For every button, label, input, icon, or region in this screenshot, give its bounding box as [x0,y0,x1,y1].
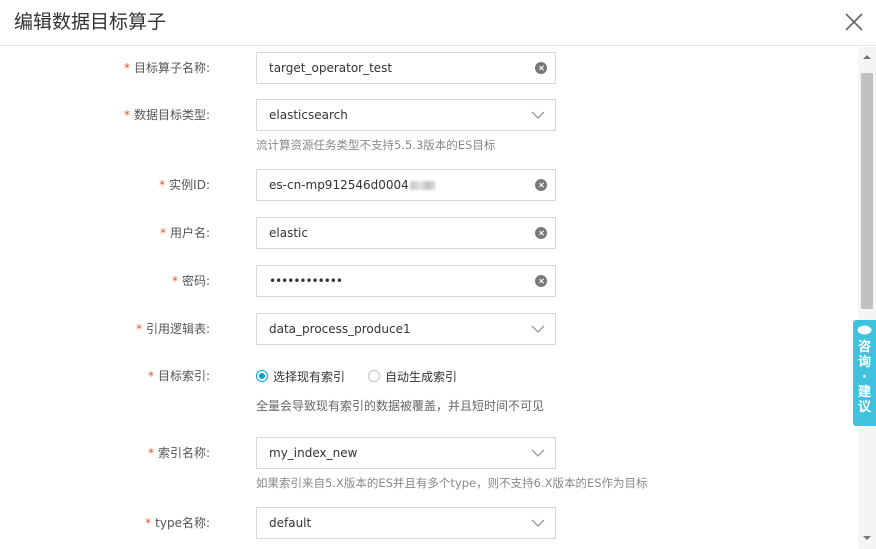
target-type-hint: 流计算资源任务类型不支持5.5.3版本的ES目标 [256,138,496,152]
index-name-value: my_index_new [269,446,358,460]
required-mark: * [159,178,166,192]
instance-id-value: es-cn-mp912546d0004 [269,178,409,192]
feedback-tab[interactable]: 咨 询 · 建 议 [853,320,876,426]
radio-existing-index[interactable]: 选择现有索引 [256,368,345,384]
vertical-scrollbar[interactable] [858,47,876,549]
password-value: •••••••••••• [269,274,342,288]
clear-icon[interactable] [535,227,547,239]
operator-name-input[interactable]: target_operator_test [256,52,556,84]
target-type-value: elasticsearch [269,108,348,122]
feedback-label: 咨 询 · 建 议 [857,340,871,415]
instance-id-input[interactable]: es-cn-mp912546d0004 [256,169,556,201]
logical-table-value: data_process_produce1 [269,322,411,336]
type-name-value: default [269,516,312,530]
redacted-text [409,181,436,190]
chat-icon [857,325,872,335]
required-mark: * [147,446,154,460]
chevron-down-icon [531,519,545,527]
target-index-hint: 全量会导致现有索引的数据被覆盖，并且短时间不可见 [256,399,545,413]
scroll-down-arrow-icon[interactable] [862,534,872,542]
type-name-select[interactable]: default [256,507,556,539]
dialog-title: 编辑数据目标算子 [14,11,167,33]
chevron-down-icon [531,111,545,119]
operator-name-value: target_operator_test [269,61,393,75]
required-mark: * [135,322,142,336]
logical-table-label: 引用逻辑表: [145,322,210,336]
clear-icon[interactable] [535,275,547,287]
clear-icon[interactable] [535,179,547,191]
required-mark: * [147,369,154,383]
dialog-header: 编辑数据目标算子 [0,0,876,46]
index-name-label: 索引名称: [157,446,210,460]
type-name-label: type名称: [155,516,210,530]
scrollbar-thumb[interactable] [861,73,873,309]
required-mark: * [123,61,130,75]
instance-id-label: 实例ID: [169,178,210,192]
target-type-select[interactable]: elasticsearch [256,99,556,131]
required-mark: * [159,226,166,240]
radio-auto-index[interactable]: 自动生成索引 [368,368,457,384]
form-body: * 目标算子名称: target_operator_test * 数据目标类型: e… [0,47,858,549]
chevron-down-icon [531,449,545,457]
required-mark: * [171,274,178,288]
radio-checked-icon [256,370,268,382]
close-button[interactable] [842,10,866,34]
username-label: 用户名: [169,226,210,240]
target-index-label: 目标索引: [157,369,210,383]
username-value: elastic [269,226,308,240]
required-mark: * [123,108,130,122]
username-input[interactable]: elastic [256,217,556,249]
radio-unchecked-icon [368,370,380,382]
operator-name-label: 目标算子名称: [133,61,210,75]
password-label: 密码: [181,274,210,288]
chevron-down-icon [531,325,545,333]
required-mark: * [145,516,152,530]
clear-icon[interactable] [535,62,547,74]
index-name-hint: 如果索引来自5.X版本的ES并且有多个type，则不支持6.X版本的ES作为目标 [256,476,648,490]
close-icon [845,13,863,31]
target-type-label: 数据目标类型: [133,108,210,122]
scroll-up-arrow-icon[interactable] [862,53,872,61]
password-input[interactable]: •••••••••••• [256,265,556,297]
logical-table-select[interactable]: data_process_produce1 [256,313,556,345]
index-name-select[interactable]: my_index_new [256,437,556,469]
